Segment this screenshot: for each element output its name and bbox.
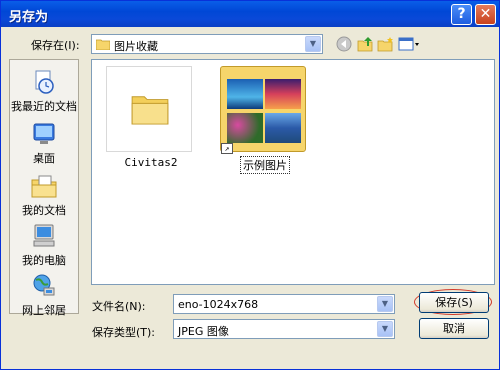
- views-menu-icon[interactable]: [398, 36, 420, 52]
- file-item-civitas2[interactable]: Civitas2: [106, 66, 196, 169]
- place-label: 我的文档: [22, 204, 66, 217]
- filetype-select[interactable]: JPEG 图像 ▼: [173, 319, 395, 339]
- preview-image-sunset: [265, 79, 301, 109]
- place-label: 我的电脑: [22, 254, 66, 267]
- my-computer-icon: [33, 224, 55, 247]
- close-button[interactable]: ✕: [475, 4, 496, 25]
- place-my-computer[interactable]: 我的电脑: [10, 222, 78, 268]
- chevron-down-icon[interactable]: ▼: [377, 296, 393, 312]
- file-name: 示例图片: [240, 156, 290, 174]
- chevron-down-icon[interactable]: ▼: [305, 36, 321, 52]
- save-button[interactable]: 保存(S): [419, 292, 489, 313]
- filename-input[interactable]: eno-1024x768 ▼: [173, 294, 395, 314]
- cancel-button[interactable]: 取消: [419, 318, 489, 339]
- folder-icon: [96, 39, 110, 50]
- preview-image-waterfall: [265, 113, 301, 143]
- place-recent-documents[interactable]: 我最近的文档: [10, 68, 78, 114]
- shortcut-arrow-icon: ↗: [221, 143, 233, 154]
- file-name: Civitas2: [124, 156, 178, 169]
- file-list-view[interactable]: Civitas2 ↗ 示例图片: [91, 59, 495, 285]
- thumbnail: ↗: [220, 66, 306, 154]
- preview-image-sky: [227, 79, 263, 109]
- back-icon[interactable]: [335, 36, 353, 52]
- thumbnail: [106, 66, 192, 152]
- preview-image-flowers: [227, 113, 263, 143]
- lookin-value: 图片收藏: [114, 40, 158, 53]
- lookin-combo[interactable]: 图片收藏 ▼: [91, 34, 323, 54]
- desktop-icon: [33, 123, 55, 144]
- chevron-down-icon[interactable]: ▼: [377, 321, 393, 337]
- place-label: 网上邻居: [22, 304, 66, 317]
- filename-value: eno-1024x768: [178, 298, 259, 311]
- place-network[interactable]: 网上邻居: [10, 272, 78, 318]
- folder-icon: [131, 96, 169, 125]
- filetype-value: JPEG 图像: [178, 325, 229, 338]
- new-folder-icon[interactable]: [377, 36, 395, 52]
- place-desktop[interactable]: 桌面: [10, 120, 78, 166]
- save-as-dialog: 另存为 ? ✕ 保存在(I): 图片收藏 ▼ 我最近的文档 桌面 我的文档 我的…: [0, 0, 500, 370]
- help-button[interactable]: ?: [451, 4, 472, 25]
- lookin-label: 保存在(I):: [31, 39, 80, 52]
- up-folder-icon[interactable]: [357, 36, 375, 52]
- filetype-label: 保存类型(T):: [92, 326, 156, 339]
- place-label: 我最近的文档: [11, 100, 77, 113]
- place-my-documents[interactable]: 我的文档: [10, 172, 78, 218]
- file-item-sample-pictures[interactable]: ↗ 示例图片: [220, 66, 310, 174]
- places-bar: 我最近的文档 桌面 我的文档 我的电脑 网上邻居: [9, 59, 79, 317]
- place-label: 桌面: [33, 152, 55, 165]
- filename-label: 文件名(N):: [92, 300, 146, 313]
- title-bar[interactable]: 另存为 ? ✕: [1, 1, 499, 27]
- network-places-icon: [33, 274, 55, 296]
- dialog-title: 另存为: [9, 10, 49, 25]
- my-documents-icon: [31, 175, 57, 198]
- recent-documents-icon: [35, 70, 54, 94]
